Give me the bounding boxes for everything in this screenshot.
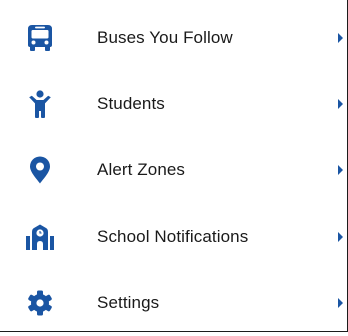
side-menu: Buses You Follow Students Alert Zones Sc…	[0, 0, 348, 332]
menu-item-label: Settings	[97, 293, 160, 312]
menu-item-label: Students	[97, 94, 165, 113]
bus-icon	[26, 24, 54, 52]
menu-item-label: School Notifications	[97, 227, 249, 246]
chevron-right-icon	[338, 232, 343, 242]
school-icon	[26, 223, 54, 251]
menu-item-students[interactable]: Students	[0, 71, 346, 137]
chevron-right-icon	[338, 298, 343, 308]
gear-icon	[26, 289, 54, 317]
chevron-right-icon	[338, 99, 343, 109]
menu-item-buses-you-follow[interactable]: Buses You Follow	[0, 5, 346, 71]
menu-item-label: Alert Zones	[97, 160, 186, 179]
menu-item-school-notifications[interactable]: School Notifications	[0, 204, 346, 270]
menu-item-alert-zones[interactable]: Alert Zones	[0, 137, 346, 203]
menu-item-label: Buses You Follow	[97, 28, 233, 47]
chevron-right-icon	[338, 33, 343, 43]
chevron-right-icon	[338, 165, 343, 175]
child-icon	[26, 90, 54, 118]
map-pin-icon	[26, 156, 54, 184]
menu-item-settings[interactable]: Settings	[0, 270, 346, 336]
